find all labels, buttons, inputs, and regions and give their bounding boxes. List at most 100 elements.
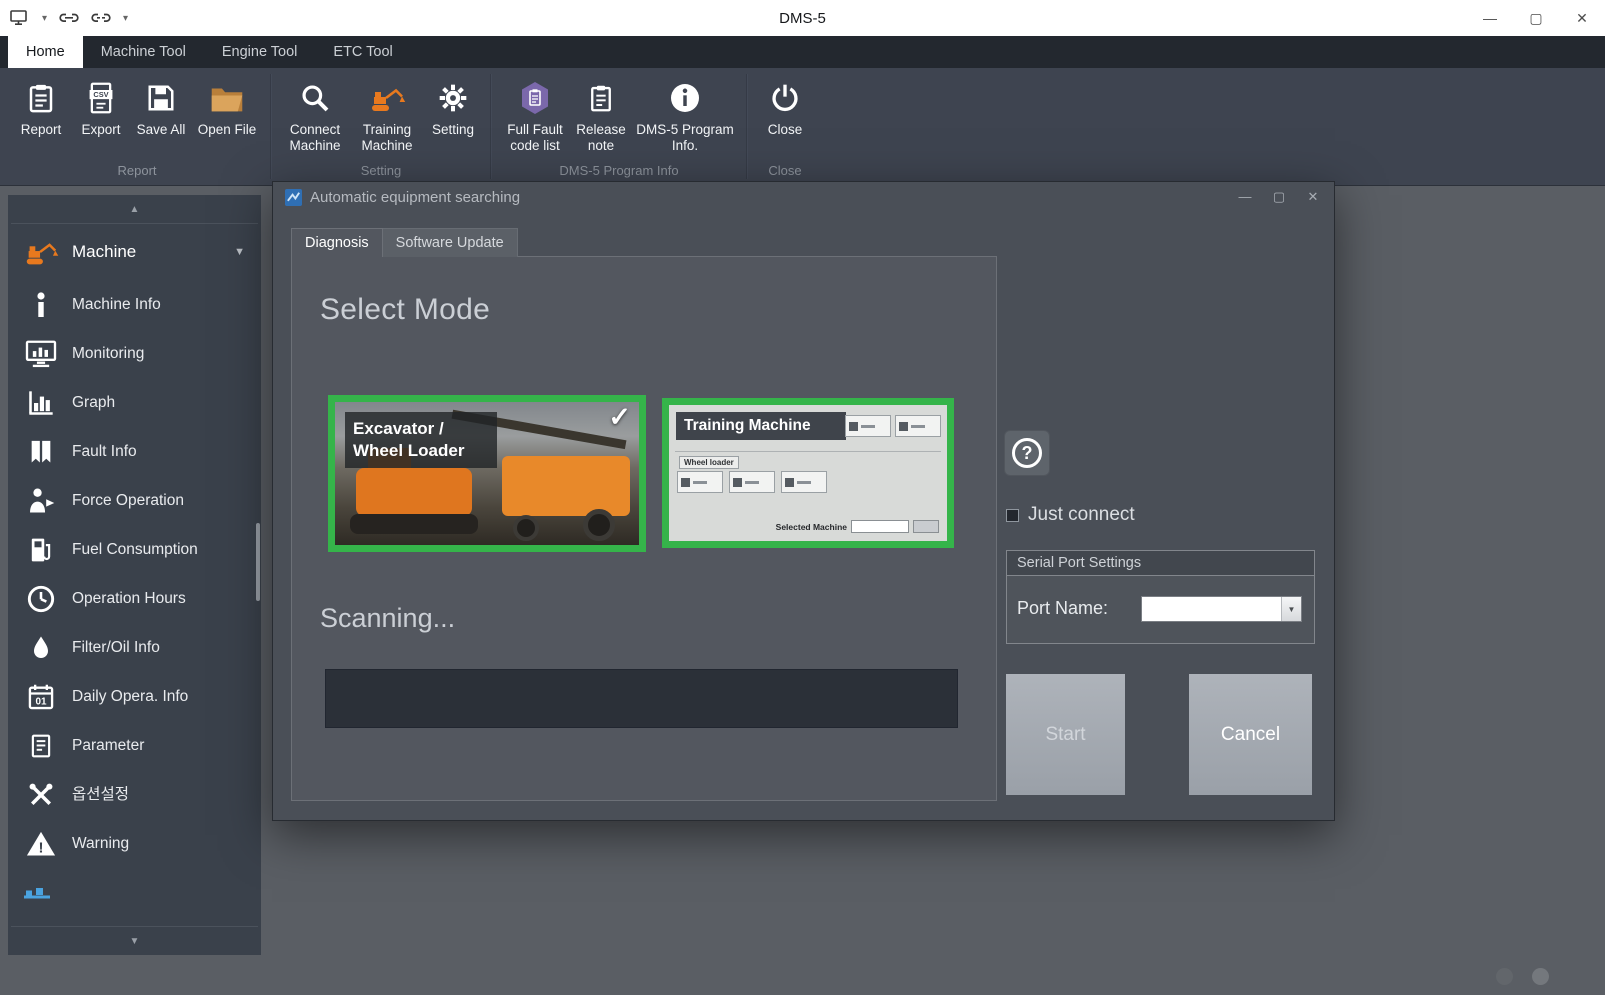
release-note-icon: [587, 76, 615, 120]
sidebar-item-filter-oil-info[interactable]: Filter/Oil Info: [8, 623, 261, 672]
sidebar-item-daily-operation-info[interactable]: 01 Daily Opera. Info: [8, 672, 261, 721]
open-file-button[interactable]: Open File: [194, 76, 260, 138]
training-machine-card-title: Training Machine: [676, 412, 846, 440]
serial-port-settings-body: Port Name: ▼: [1007, 576, 1314, 642]
close-button[interactable]: Close: [758, 76, 812, 138]
excavator-icon: [367, 76, 407, 120]
wheel-loader-body-shape: [502, 456, 630, 516]
report-button[interactable]: Report: [14, 76, 68, 138]
training-machine-preview: Training Machine Wheel loader: [669, 405, 947, 541]
machine-thumb: [895, 415, 941, 437]
sidebar-item-option-settings[interactable]: 옵션설정: [8, 770, 261, 819]
sidebar-item-graph[interactable]: Graph: [8, 378, 261, 427]
training-machine-button[interactable]: Training Machine: [354, 76, 420, 153]
fault-info-icon: [22, 438, 60, 466]
tab-diagnosis[interactable]: Diagnosis: [291, 228, 383, 257]
warning-triangle-icon: !: [22, 830, 60, 858]
sidebar-item-label: 옵션설정: [72, 786, 212, 804]
full-fault-code-list-button-label: Full Fault code list: [502, 122, 568, 153]
sidebar-item-label: Operation Hours: [72, 590, 212, 608]
scan-progress-bar: [325, 669, 958, 728]
connect-machine-button-label: Connect Machine: [282, 122, 348, 153]
sidebar-item-label: Machine Info: [72, 296, 212, 314]
sidebar-item-parameter[interactable]: Parameter: [8, 721, 261, 770]
training-preview-row: [677, 471, 827, 493]
gear-icon: [437, 76, 469, 120]
automatic-equipment-searching-dialog: Automatic equipment searching — ▢ ✕ Diag…: [272, 181, 1335, 821]
sidebar-item-monitoring[interactable]: Monitoring: [8, 329, 261, 378]
window-maximize-button[interactable]: ▢: [1513, 0, 1559, 36]
selected-machine-row: Selected Machine: [776, 520, 939, 533]
scanning-status-text: Scanning...: [320, 603, 455, 634]
selected-machine-label: Selected Machine: [776, 522, 847, 532]
connect-link-icon[interactable]: [59, 12, 79, 24]
sidebar-item-machine-info[interactable]: Machine Info: [8, 280, 261, 329]
ribbon-tab-bar: Home Machine Tool Engine Tool ETC Tool: [0, 36, 1605, 68]
window-minimize-button[interactable]: —: [1467, 0, 1513, 36]
serial-port-settings-group: Serial Port Settings Port Name: ▼: [1006, 550, 1315, 644]
tab-home[interactable]: Home: [8, 36, 83, 68]
export-button-label: Export: [81, 122, 120, 138]
dialog-titlebar[interactable]: Automatic equipment searching — ▢ ✕: [273, 182, 1334, 212]
cancel-button[interactable]: Cancel: [1189, 674, 1312, 795]
ribbon-group-close: Close Close: [748, 68, 822, 185]
parameter-list-icon: [22, 732, 60, 760]
tab-machine-tool[interactable]: Machine Tool: [83, 36, 204, 68]
start-button[interactable]: Start: [1006, 674, 1125, 795]
sidebar-scroll-up[interactable]: ▲: [8, 195, 261, 223]
help-button[interactable]: ?: [1004, 430, 1050, 476]
tab-software-update[interactable]: Software Update: [383, 228, 518, 257]
window-close-button[interactable]: ✕: [1559, 0, 1605, 36]
dialog-tabs: Diagnosis Software Update: [291, 228, 518, 257]
combobox-dropdown-icon[interactable]: ▼: [1281, 597, 1301, 621]
qat-customize-icon[interactable]: ▾: [123, 13, 128, 24]
sidebar-item-warning[interactable]: ! Warning: [8, 819, 261, 868]
sidebar-scrollbar-thumb[interactable]: [256, 523, 260, 601]
dms5-program-info-button-label: DMS-5 Program Info.: [634, 122, 736, 153]
dialog-close-button[interactable]: ✕: [1304, 189, 1322, 205]
save-all-button-label: Save All: [137, 122, 186, 138]
dms5-program-info-button[interactable]: DMS-5 Program Info.: [634, 76, 736, 153]
status-indicator-dot: [1496, 968, 1513, 985]
search-machine-icon: [299, 76, 331, 120]
sidebar-item-fuel-consumption[interactable]: Fuel Consumption: [8, 525, 261, 574]
sidebar-item-operation-hours[interactable]: Operation Hours: [8, 574, 261, 623]
sidebar-scroll-down[interactable]: ▼: [8, 927, 261, 955]
select-mode-heading: Select Mode: [320, 293, 490, 327]
full-fault-code-list-button[interactable]: Full Fault code list: [502, 76, 568, 153]
sidebar-item-fault-info[interactable]: Fault Info: [8, 427, 261, 476]
sidebar-item-label: Warning: [72, 835, 212, 853]
fault-code-hexagon-icon: [520, 76, 550, 120]
force-operation-person-icon: [22, 487, 60, 515]
just-connect-option[interactable]: Just connect: [1006, 504, 1135, 526]
sidebar-item-label: Force Operation: [72, 492, 212, 510]
mode-card-excavator-wheel-loader[interactable]: Excavator / Wheel Loader ✓: [328, 395, 646, 552]
sidebar-item-label: Parameter: [72, 737, 212, 755]
tab-etc-tool[interactable]: ETC Tool: [315, 36, 410, 68]
diagnosis-panel: Select Mode Excavator / Wheel Loader ✓: [291, 256, 997, 801]
machine-thumb: [781, 471, 827, 493]
sidebar-item-force-operation[interactable]: Force Operation: [8, 476, 261, 525]
port-name-combobox[interactable]: ▼: [1141, 596, 1302, 622]
sidebar-item-label: Fault Info: [72, 443, 212, 461]
disconnect-link-icon[interactable]: [91, 12, 111, 24]
app-menu-icon[interactable]: [10, 10, 30, 26]
crossed-tools-icon: [22, 781, 60, 809]
just-connect-checkbox[interactable]: [1006, 509, 1019, 522]
question-mark-icon: ?: [1012, 438, 1042, 468]
app-menu-dropdown-icon[interactable]: ▾: [42, 13, 47, 24]
sidebar-machine-header[interactable]: Machine ▼: [8, 224, 261, 280]
dialog-maximize-button[interactable]: ▢: [1270, 189, 1288, 205]
connect-machine-button[interactable]: Connect Machine: [282, 76, 348, 153]
mode-card-training-machine[interactable]: Training Machine Wheel loader: [662, 398, 954, 548]
machine-excavator-icon: [22, 237, 60, 267]
export-button[interactable]: CSV Export: [74, 76, 128, 138]
excavator-track-shape: [350, 514, 478, 534]
save-all-button[interactable]: Save All: [134, 76, 188, 138]
window-controls: — ▢ ✕: [1467, 0, 1605, 36]
release-note-button[interactable]: Release note: [574, 76, 628, 153]
serial-port-settings-title: Serial Port Settings: [1007, 551, 1314, 576]
setting-button[interactable]: Setting: [426, 76, 480, 138]
tab-engine-tool[interactable]: Engine Tool: [204, 36, 316, 68]
dialog-minimize-button[interactable]: —: [1236, 189, 1254, 205]
